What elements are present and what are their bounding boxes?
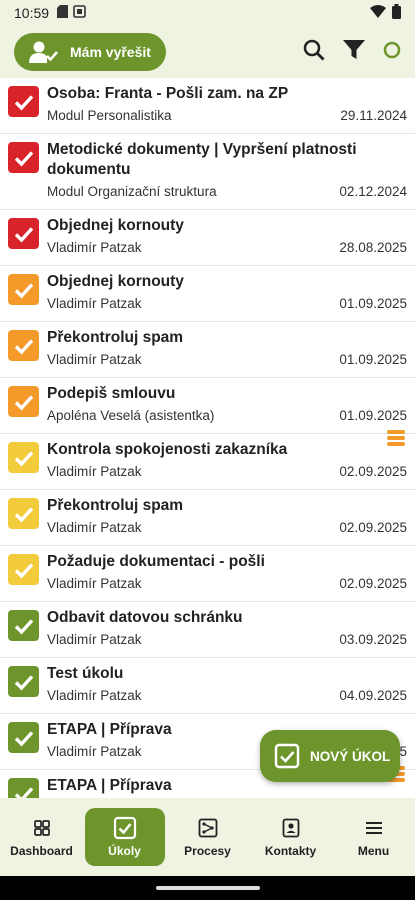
task-check-icon[interactable] (8, 86, 39, 117)
task-list[interactable]: Osoba: Franta - Pošli zam. na ZP Modul P… (0, 78, 415, 798)
task-owner: Apoléna Veselá (asistentka) (47, 408, 215, 423)
task-item[interactable]: Objednej kornouty Vladimír Patzak 01.09.… (0, 266, 415, 322)
task-item[interactable]: Test úkolu Vladimír Patzak 04.09.2025 (0, 658, 415, 714)
task-date: 01.09.2025 (339, 352, 407, 367)
task-date: 01.09.2025 (339, 408, 407, 423)
nav-item-menu[interactable]: Menu (334, 816, 414, 858)
task-title: Osoba: Franta - Pošli zam. na ZP (47, 85, 289, 102)
task-owner: Vladimír Patzak (47, 576, 142, 591)
task-check-icon[interactable] (8, 330, 39, 361)
contacts-icon (282, 816, 300, 840)
nav-label: Procesy (184, 844, 231, 858)
task-check-icon[interactable] (8, 610, 39, 641)
nav-item-tasks[interactable]: Úkoly (84, 808, 165, 866)
task-title: Test úkolu (47, 665, 124, 682)
task-owner: Vladimír Patzak (47, 688, 142, 703)
nav-item-dashboard[interactable]: Dashboard (2, 816, 82, 858)
nav-label: Menu (357, 844, 390, 858)
dashboard-icon (33, 816, 50, 840)
task-title: Objednej kornouty (47, 273, 184, 290)
task-title: Metodické dokumenty | Vypršení platnosti… (47, 141, 357, 178)
task-item[interactable]: Odbavit datovou schránku Vladimír Patzak… (0, 602, 415, 658)
new-task-button[interactable]: NOVÝ ÚKOL (260, 730, 400, 782)
task-owner: Vladimír Patzak (47, 464, 142, 479)
screenshot-icon (73, 5, 86, 21)
task-owner: Vladimír Patzak (47, 240, 142, 255)
task-item[interactable]: Osoba: Franta - Pošli zam. na ZP Modul P… (0, 78, 415, 134)
bottom-navigation: Dashboard Úkoly Procesy Kontakty Menu (0, 798, 415, 876)
task-item[interactable]: Požaduje dokumentaci - pošli Vladimír Pa… (0, 546, 415, 602)
task-owner: Vladimír Patzak (47, 632, 142, 647)
claim-tasks-label: Mám vyřešit (70, 44, 151, 60)
task-check-icon[interactable] (8, 554, 39, 585)
task-item[interactable]: Objednej kornouty Vladimír Patzak 28.08.… (0, 210, 415, 266)
task-date: 02.12.2024 (339, 184, 407, 199)
task-title: Objednej kornouty (47, 217, 184, 234)
task-check-icon[interactable] (8, 666, 39, 697)
sd-card-icon (57, 5, 69, 21)
task-item[interactable]: Kontrola spokojenosti zakazníka Vladimír… (0, 434, 415, 490)
nav-label: Dashboard (10, 844, 73, 858)
home-indicator[interactable] (156, 886, 260, 890)
task-date: 28.08.2025 (339, 240, 407, 255)
claim-tasks-button[interactable]: Mám vyřešit (14, 33, 166, 71)
task-check-icon[interactable] (8, 142, 39, 173)
task-owner: Modul Organizační struktura (47, 184, 217, 199)
task-check-icon[interactable] (8, 722, 39, 753)
task-check-icon[interactable] (8, 386, 39, 417)
task-date: 29.11.2024 (340, 108, 407, 123)
top-app-bar: Mám vyřešit (0, 26, 415, 78)
check-box-icon (274, 743, 300, 769)
task-item[interactable]: Překontroluj spam Vladimír Patzak 01.09.… (0, 322, 415, 378)
task-date: 02.09.2025 (339, 464, 407, 479)
task-item[interactable]: Metodické dokumenty | Vypršení platnosti… (0, 134, 415, 210)
task-owner: Vladimír Patzak (47, 520, 142, 535)
sync-status-icon[interactable] (383, 41, 401, 64)
nav-label: Kontakty (264, 844, 317, 858)
wifi-icon (370, 5, 386, 21)
task-date: 03.09.2025 (339, 632, 407, 647)
task-check-icon[interactable] (8, 274, 39, 305)
task-date: 02.09.2025 (339, 576, 407, 591)
task-title: Odbavit datovou schránku (47, 609, 243, 626)
task-item[interactable]: Překontroluj spam Vladimír Patzak 02.09.… (0, 490, 415, 546)
nav-item-contacts[interactable]: Kontakty (251, 816, 331, 858)
status-time: 10:59 (14, 5, 50, 21)
nav-item-processes[interactable]: Procesy (168, 816, 248, 858)
task-date: 02.09.2025 (339, 520, 407, 535)
task-check-icon[interactable] (8, 498, 39, 529)
task-owner: Vladimír Patzak (47, 296, 142, 311)
person-check-icon (29, 41, 58, 63)
task-owner: Vladimír Patzak (47, 352, 142, 367)
nav-label: Úkoly (108, 844, 141, 858)
search-icon[interactable] (303, 39, 325, 66)
task-owner: Modul Personalistika (47, 108, 172, 123)
task-title: Překontroluj spam (47, 497, 184, 514)
gesture-bar (0, 876, 415, 900)
menu-icon (365, 816, 382, 840)
task-title: Překontroluj spam (47, 329, 184, 346)
task-owner: Vladimír Patzak (47, 744, 142, 759)
task-check-icon[interactable] (8, 218, 39, 249)
task-check-icon[interactable] (8, 442, 39, 473)
task-title: Kontrola spokojenosti zakazníka (47, 441, 288, 458)
filter-icon[interactable] (343, 39, 365, 65)
processes-icon (198, 816, 218, 840)
new-task-label: NOVÝ ÚKOL (310, 748, 391, 764)
battery-icon (392, 4, 401, 22)
task-item[interactable]: Podepiš smlouvu Apoléna Veselá (asistent… (0, 378, 415, 446)
task-title: Požaduje dokumentaci - pošli (47, 553, 265, 570)
task-date: 01.09.2025 (339, 296, 407, 311)
task-date: 04.09.2025 (339, 688, 407, 703)
status-bar: 10:59 (0, 0, 415, 26)
tasks-icon (113, 816, 137, 840)
task-check-icon[interactable] (8, 778, 39, 798)
task-title: Podepiš smlouvu (47, 385, 176, 402)
